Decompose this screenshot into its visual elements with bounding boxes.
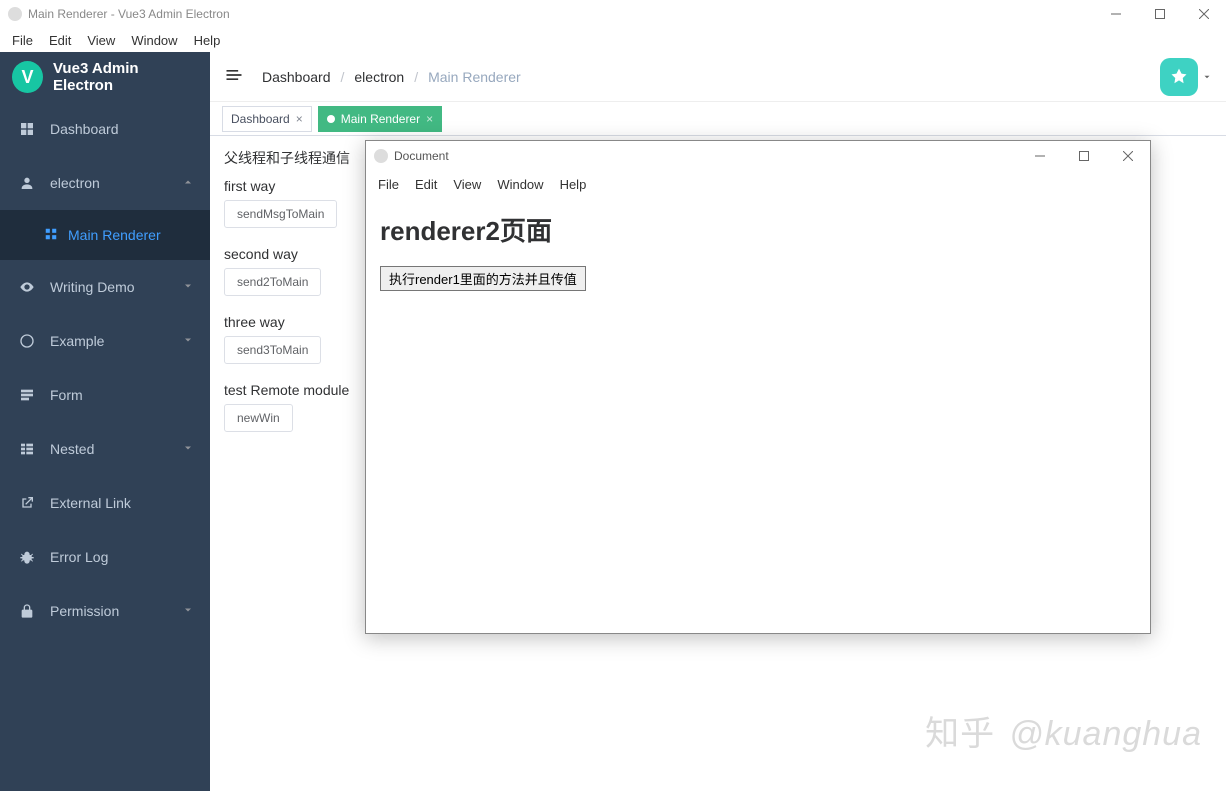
sidebar-item-nested[interactable]: Nested	[0, 422, 210, 476]
breadcrumb-item-current: Main Renderer	[428, 69, 521, 85]
tab-main-renderer[interactable]: Main Renderer ×	[318, 106, 442, 132]
window-title: Main Renderer - Vue3 Admin Electron	[28, 7, 230, 21]
sidebar-item-label: Permission	[50, 603, 119, 619]
compass-icon	[18, 333, 36, 349]
sidebar-item-label: Writing Demo	[50, 279, 135, 295]
maximize-button[interactable]	[1138, 0, 1182, 28]
maximize-button[interactable]	[1062, 142, 1106, 170]
breadcrumb-item[interactable]: electron	[354, 69, 404, 85]
avatar	[1160, 58, 1198, 96]
sidebar-item-example[interactable]: Example	[0, 314, 210, 368]
breadcrumb-item[interactable]: Dashboard	[262, 69, 331, 85]
child-menu-edit[interactable]: Edit	[407, 175, 445, 194]
tab-label: Dashboard	[231, 112, 290, 126]
tab-close-icon[interactable]: ×	[426, 112, 433, 126]
sidebar-item-label: Form	[50, 387, 83, 403]
run-render1-button[interactable]: 执行render1里面的方法并且传值	[380, 266, 586, 291]
sidebar-item-dashboard[interactable]: Dashboard	[0, 102, 210, 156]
minimize-button[interactable]	[1094, 0, 1138, 28]
child-menu-view[interactable]: View	[445, 175, 489, 194]
outer-menubar: File Edit View Window Help	[0, 28, 1226, 52]
child-window: Document File Edit View Window Help rend…	[365, 140, 1151, 634]
external-link-icon	[18, 495, 36, 511]
close-button[interactable]	[1106, 142, 1150, 170]
menu-help[interactable]: Help	[186, 31, 229, 50]
chevron-down-icon	[182, 441, 194, 457]
side-menu: Dashboard electron Main Renderer Writing…	[0, 102, 210, 791]
menu-view[interactable]: View	[79, 31, 123, 50]
send-msg-to-main-button[interactable]: sendMsgToMain	[224, 200, 337, 228]
sidebar-subitem-main-renderer[interactable]: Main Renderer	[0, 210, 210, 260]
sidebar-item-label: Dashboard	[50, 121, 119, 137]
chevron-up-icon	[182, 175, 194, 191]
nested-icon	[18, 441, 36, 457]
lock-icon	[18, 603, 36, 619]
sidebar-item-label: electron	[50, 175, 100, 191]
sidebar-item-label: Nested	[50, 441, 94, 457]
breadcrumb-sep: /	[414, 69, 418, 85]
child-window-title: Document	[394, 149, 449, 163]
app-icon	[8, 7, 22, 21]
breadcrumb: Dashboard / electron / Main Renderer	[262, 69, 521, 85]
send2-to-main-button[interactable]: send2ToMain	[224, 268, 321, 296]
tab-dashboard[interactable]: Dashboard ×	[222, 106, 312, 132]
sidebar-item-electron[interactable]: electron	[0, 156, 210, 210]
window-controls	[1094, 0, 1226, 28]
watermark-handle: @kuanghua	[1009, 715, 1202, 753]
child-menubar: File Edit View Window Help	[366, 171, 1150, 197]
eye-icon	[18, 279, 36, 295]
breadcrumb-sep: /	[341, 69, 345, 85]
user-icon	[18, 175, 36, 191]
minimize-button[interactable]	[1018, 142, 1062, 170]
app-icon	[374, 149, 388, 163]
bug-icon	[18, 549, 36, 565]
child-body: renderer2页面 执行render1里面的方法并且传值	[366, 197, 1150, 633]
close-button[interactable]	[1182, 0, 1226, 28]
menu-edit[interactable]: Edit	[41, 31, 79, 50]
gauge-icon	[18, 121, 36, 137]
caret-down-icon	[1202, 69, 1212, 85]
active-dot-icon	[327, 115, 335, 123]
sidebar-subitem-label: Main Renderer	[68, 227, 161, 243]
chevron-down-icon	[182, 603, 194, 619]
chevron-down-icon	[182, 333, 194, 349]
child-menu-file[interactable]: File	[370, 175, 407, 194]
sidebar-item-form[interactable]: Form	[0, 368, 210, 422]
send3-to-main-button[interactable]: send3ToMain	[224, 336, 321, 364]
sidebar-item-error-log[interactable]: Error Log	[0, 530, 210, 584]
watermark-zh: 知乎	[925, 715, 995, 753]
child-heading: renderer2页面	[380, 211, 1136, 248]
tab-label: Main Renderer	[341, 112, 420, 126]
sidebar: V Vue3 Admin Electron Dashboard electron…	[0, 52, 210, 791]
grid-icon	[44, 227, 58, 244]
tabs-bar: Dashboard × Main Renderer ×	[210, 102, 1226, 136]
sidebar-logo[interactable]: V Vue3 Admin Electron	[0, 52, 210, 102]
menu-window[interactable]: Window	[123, 31, 185, 50]
outer-window-titlebar: Main Renderer - Vue3 Admin Electron	[0, 0, 1226, 28]
child-window-controls	[1018, 142, 1150, 170]
sidebar-item-label: Example	[50, 333, 104, 349]
menu-file[interactable]: File	[4, 31, 41, 50]
sidebar-item-permission[interactable]: Permission	[0, 584, 210, 638]
child-menu-window[interactable]: Window	[489, 175, 551, 194]
form-icon	[18, 387, 36, 403]
child-window-titlebar: Document	[366, 141, 1150, 171]
user-menu[interactable]	[1160, 58, 1212, 96]
watermark: 知乎 @kuanghua	[925, 706, 1202, 755]
topbar: Dashboard / electron / Main Renderer	[210, 52, 1226, 102]
sidebar-item-label: External Link	[50, 495, 131, 511]
chevron-down-icon	[182, 279, 194, 295]
sidebar-item-writing-demo[interactable]: Writing Demo	[0, 260, 210, 314]
logo-badge: V	[12, 61, 43, 93]
hamburger-icon[interactable]	[224, 65, 244, 88]
sidebar-item-external-link[interactable]: External Link	[0, 476, 210, 530]
sidebar-item-label: Error Log	[50, 549, 108, 565]
child-menu-help[interactable]: Help	[552, 175, 595, 194]
tab-close-icon[interactable]: ×	[296, 112, 303, 126]
new-win-button[interactable]: newWin	[224, 404, 293, 432]
app-title: Vue3 Admin Electron	[53, 60, 198, 94]
